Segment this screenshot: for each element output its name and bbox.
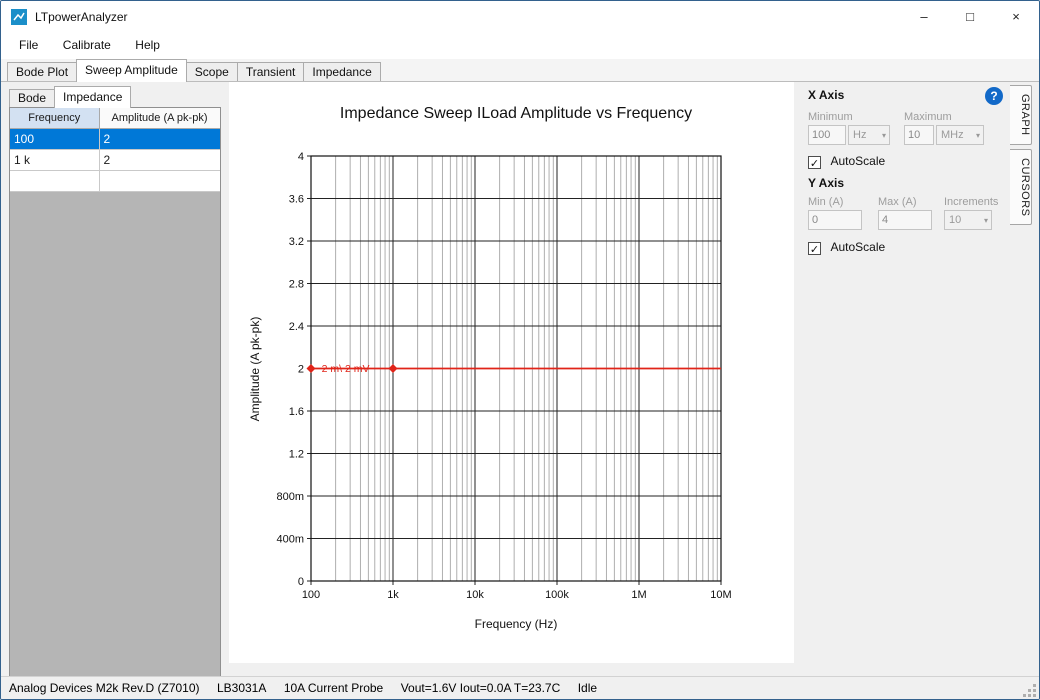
- graph-settings-panel: ? X Axis Minimum Hz ▾ Maximum MHz ▾ ✓ Au…: [794, 82, 1008, 676]
- tab-bode-plot[interactable]: Bode Plot: [7, 62, 77, 81]
- chevron-down-icon: ▾: [882, 131, 886, 140]
- chevron-down-icon: ▾: [984, 216, 988, 225]
- y-autoscale-checkbox[interactable]: ✓: [808, 242, 821, 255]
- window-controls: – □ ×: [901, 1, 1039, 33]
- resize-grip[interactable]: [1023, 683, 1037, 697]
- table-row[interactable]: [10, 170, 220, 191]
- tab-impedance[interactable]: Impedance: [303, 62, 380, 81]
- tab-sweep-amplitude[interactable]: Sweep Amplitude: [76, 59, 187, 82]
- svg-text:2 m\ 2 mV: 2 m\ 2 mV: [322, 363, 370, 375]
- sub-tab-bar: Bode Impedance: [9, 85, 130, 107]
- x-max-label: Maximum: [904, 111, 952, 123]
- status-bar: Analog Devices M2k Rev.D (Z7010) LB3031A…: [1, 676, 1039, 699]
- column-header-frequency[interactable]: Frequency: [10, 108, 99, 128]
- window-title: LTpowerAnalyzer: [35, 10, 127, 24]
- menu-item-help[interactable]: Help: [125, 33, 170, 57]
- sweep-amplitude-page: Bode Impedance Frequency Amplitude (A pk…: [1, 82, 1039, 676]
- x-max-input[interactable]: [904, 125, 934, 145]
- svg-text:2.4: 2.4: [289, 321, 304, 333]
- svg-text:2.8: 2.8: [289, 279, 304, 291]
- x-autoscale-checkbox[interactable]: ✓: [808, 156, 821, 169]
- right-tab-strip: GRAPH CURSORS: [1010, 82, 1036, 676]
- tab-transient[interactable]: Transient: [237, 62, 305, 81]
- svg-text:2: 2: [298, 364, 304, 376]
- status-device: Analog Devices M2k Rev.D (Z7010): [9, 681, 200, 695]
- menu-item-file[interactable]: File: [9, 33, 48, 57]
- cell-amplitude[interactable]: 2: [99, 149, 220, 170]
- cell-frequency[interactable]: 100: [10, 128, 99, 149]
- cell-amplitude[interactable]: 2: [99, 128, 220, 149]
- x-min-label: Minimum: [808, 111, 853, 123]
- svg-text:100k: 100k: [545, 589, 569, 601]
- sweep-points-table: Frequency Amplitude (A pk-pk) 100 2 1 k …: [9, 107, 221, 700]
- check-icon: ✓: [810, 244, 819, 256]
- menu-bar: File Calibrate Help: [1, 33, 1039, 59]
- table-row[interactable]: 100 2: [10, 128, 220, 149]
- y-autoscale-label: AutoScale: [830, 240, 885, 254]
- y-axis-section-title: Y Axis: [808, 176, 844, 190]
- title-bar: LTpowerAnalyzer – □ ×: [1, 1, 1039, 33]
- tab-cursors[interactable]: CURSORS: [1010, 149, 1032, 226]
- app-window: LTpowerAnalyzer – □ × File Calibrate Hel…: [0, 0, 1040, 700]
- y-axis-label: Amplitude (A pk-pk): [248, 317, 262, 422]
- tab-bode-sub[interactable]: Bode: [9, 89, 55, 107]
- check-icon: ✓: [810, 158, 819, 170]
- x-min-unit-select[interactable]: Hz ▾: [848, 125, 890, 145]
- x-max-unit-select[interactable]: MHz ▾: [936, 125, 984, 145]
- svg-text:1k: 1k: [387, 589, 399, 601]
- x-max-unit-value: MHz: [941, 129, 964, 141]
- column-header-amplitude[interactable]: Amplitude (A pk-pk): [99, 108, 220, 128]
- app-icon: [11, 9, 27, 25]
- status-board: LB3031A: [217, 681, 266, 695]
- x-autoscale-label: AutoScale: [830, 154, 885, 168]
- tab-scope[interactable]: Scope: [186, 62, 238, 81]
- svg-text:400m: 400m: [276, 534, 304, 546]
- svg-text:4: 4: [298, 151, 304, 163]
- svg-text:3.6: 3.6: [289, 194, 304, 206]
- svg-text:1M: 1M: [631, 589, 646, 601]
- svg-text:1.2: 1.2: [289, 449, 304, 461]
- svg-text:800m: 800m: [276, 491, 304, 503]
- plot-area: 0 400m 800m 1.2 1.6 2 2.4 2.8 3.2 3.6 4 100 1k 10k 100…: [276, 151, 731, 601]
- impedance-sweep-chart: Impedance Sweep ILoad Amplitude vs Frequ…: [229, 82, 794, 663]
- y-increments-value: 10: [949, 214, 961, 226]
- x-axis-label: Frequency (Hz): [475, 617, 558, 631]
- minimize-button[interactable]: –: [901, 1, 947, 33]
- app-logo-icon: [11, 9, 27, 25]
- main-tab-bar: Bode Plot Sweep Amplitude Scope Transien…: [1, 59, 1039, 82]
- y-max-input[interactable]: [878, 210, 932, 230]
- chart-title: Impedance Sweep ILoad Amplitude vs Frequ…: [340, 105, 692, 122]
- y-min-input[interactable]: [808, 210, 862, 230]
- y-increments-label: Increments: [944, 196, 998, 208]
- x-min-unit-value: Hz: [853, 129, 866, 141]
- tab-impedance-sub[interactable]: Impedance: [54, 86, 131, 108]
- close-button[interactable]: ×: [993, 1, 1039, 33]
- svg-text:1.6: 1.6: [289, 406, 304, 418]
- status-measurements: Vout=1.6V Iout=0.0A T=23.7C: [401, 681, 561, 695]
- status-state: Idle: [578, 681, 597, 695]
- svg-text:100: 100: [302, 589, 320, 601]
- help-button[interactable]: ?: [985, 87, 1003, 105]
- svg-text:10M: 10M: [710, 589, 731, 601]
- x-min-input[interactable]: [808, 125, 846, 145]
- y-max-label: Max (A): [878, 196, 917, 208]
- cell-frequency[interactable]: [10, 170, 99, 191]
- svg-text:10k: 10k: [466, 589, 484, 601]
- svg-text:3.2: 3.2: [289, 236, 304, 248]
- cell-amplitude[interactable]: [99, 170, 220, 191]
- tab-graph[interactable]: GRAPH: [1010, 85, 1032, 145]
- status-probe: 10A Current Probe: [284, 681, 383, 695]
- table-row[interactable]: 1 k 2: [10, 149, 220, 170]
- chevron-down-icon: ▾: [976, 131, 980, 140]
- y-increments-select[interactable]: 10 ▾: [944, 210, 992, 230]
- chart-panel: Impedance Sweep ILoad Amplitude vs Frequ…: [229, 82, 794, 663]
- menu-item-calibrate[interactable]: Calibrate: [53, 33, 121, 57]
- svg-text:0: 0: [298, 576, 304, 588]
- cell-frequency[interactable]: 1 k: [10, 149, 99, 170]
- y-min-label: Min (A): [808, 196, 843, 208]
- maximize-button[interactable]: □: [947, 1, 993, 33]
- x-axis-section-title: X Axis: [808, 88, 844, 102]
